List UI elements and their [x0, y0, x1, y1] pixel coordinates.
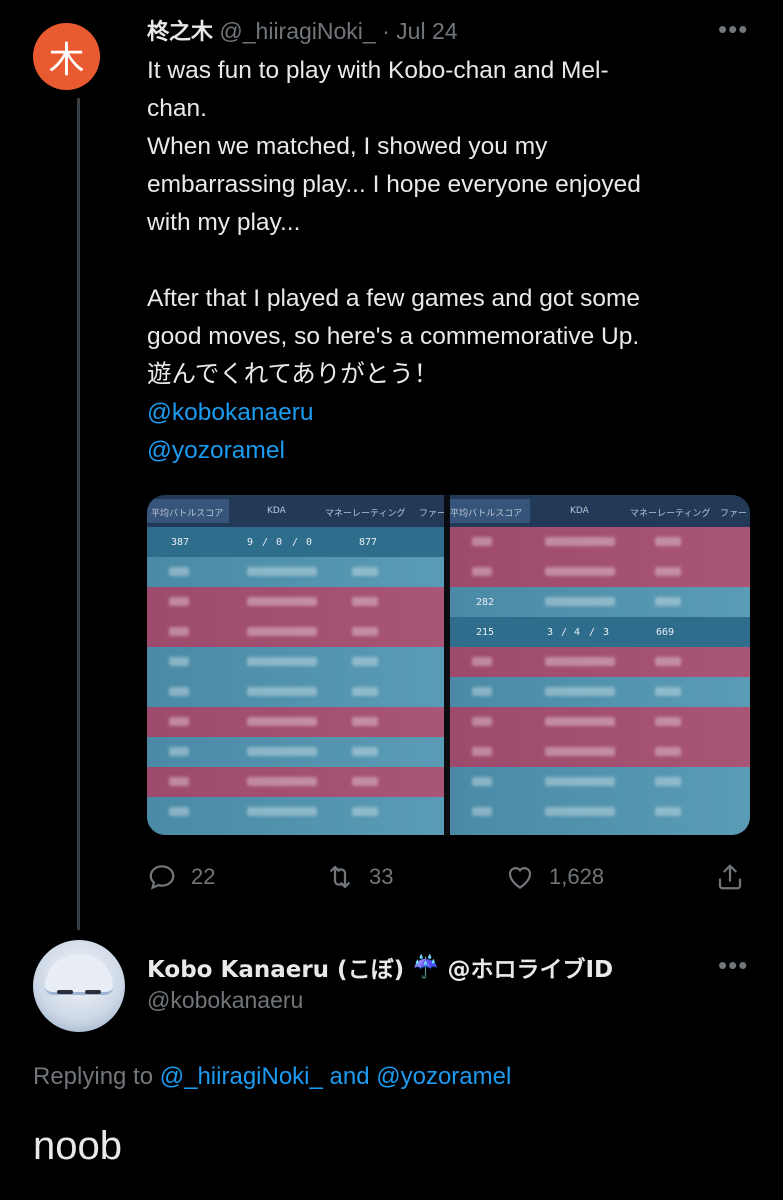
cell: 3 — [547, 627, 554, 638]
reply-icon — [149, 865, 175, 890]
cell: / — [589, 627, 596, 638]
cell: 4 — [574, 627, 581, 638]
handle[interactable]: @kobokanaeru — [147, 987, 303, 1014]
tweet-line: good moves, so here's a commemorative Up… — [147, 323, 640, 350]
avatar-eye — [57, 990, 73, 994]
score-row — [450, 527, 750, 557]
score-header: 平均バトルスコア KDA マネーレーティング ファー — [450, 495, 750, 527]
header-cell: マネーレーティング — [325, 509, 406, 519]
score-row — [450, 557, 750, 587]
share-icon — [718, 864, 742, 890]
thread-connector — [77, 98, 80, 930]
score-row — [147, 557, 444, 587]
cell: 0 — [306, 537, 313, 548]
cell: 3 — [603, 627, 610, 638]
score-row — [450, 737, 750, 767]
score-row — [147, 797, 444, 835]
score-row — [147, 737, 444, 767]
cell: / — [292, 537, 299, 548]
tweet-line: chan. — [147, 95, 207, 122]
retweet-icon — [330, 865, 350, 889]
tweet-line: 遊んでくれてありがとう！ — [147, 361, 439, 388]
avatar-eye — [85, 990, 101, 994]
media-image-left[interactable]: 平均バトルスコア KDA マネーレーティング ファー 387 9 / 0 / 0… — [147, 495, 444, 835]
score-header: 平均バトルスコア KDA マネーレーティング ファー — [147, 495, 444, 527]
cell: 282 — [476, 597, 495, 608]
mention-link[interactable]: @kobokanaeru — [147, 394, 757, 432]
score-row — [147, 647, 444, 677]
score-row — [450, 647, 750, 677]
score-row — [147, 767, 444, 797]
tweet-media[interactable]: 平均バトルスコア KDA マネーレーティング ファー 387 9 / 0 / 0… — [147, 495, 750, 835]
cell: 669 — [656, 627, 675, 638]
affiliation: @ホロライブID — [447, 957, 614, 983]
tweet-line: with my play... — [147, 209, 301, 236]
score-row — [450, 677, 750, 707]
replying-label: Replying to — [33, 1063, 154, 1090]
score-row: 282 — [450, 587, 750, 617]
avatar-hair — [45, 954, 113, 995]
line-break — [147, 242, 757, 280]
header-cell: KDA — [267, 506, 286, 516]
cell: 215 — [476, 627, 495, 638]
tweet-date[interactable]: Jul 24 — [396, 18, 457, 44]
cell: / — [561, 627, 568, 638]
score-row — [147, 587, 444, 617]
retweet-button[interactable]: 33 — [325, 862, 393, 892]
tweet-header: Kobo Kanaeru (こぼ) ☔ @ホロライブID — [147, 950, 613, 984]
reply-count: 22 — [191, 864, 216, 889]
tweet-line: When we matched, I showed you my — [147, 133, 548, 160]
avatar-glyph: 木 — [48, 39, 85, 81]
header-cell: KDA — [570, 506, 589, 516]
score-row — [450, 767, 750, 797]
display-name[interactable]: 柊之木 — [147, 20, 213, 45]
mention-link[interactable]: @yozoramel — [147, 432, 757, 470]
score-row: 215 3 / 4 / 3 669 — [450, 617, 750, 647]
retweet-count: 33 — [369, 864, 394, 889]
more-options-icon[interactable]: ••• — [718, 950, 748, 981]
media-image-right[interactable]: 平均バトルスコア KDA マネーレーティング ファー 282 215 3 / 4… — [450, 495, 750, 835]
umbrella-icon: ☔ — [412, 954, 440, 979]
score-row — [147, 677, 444, 707]
handle[interactable]: @_hiiragiNoki_ — [219, 18, 375, 44]
tweet-line: After that I played a few games and got … — [147, 285, 641, 312]
separator: · — [382, 18, 390, 44]
heart-icon — [508, 867, 532, 889]
tweet-header: 柊之木 @_hiiragiNoki_ · Jul 24 — [147, 14, 458, 46]
header-cell: マネーレーティング — [630, 509, 711, 519]
avatar[interactable]: 木 — [33, 23, 100, 90]
avatar[interactable] — [33, 940, 125, 1032]
score-row — [450, 797, 750, 835]
tweet-text: It was fun to play with Kobo-chan and Me… — [147, 52, 757, 470]
score-row — [450, 707, 750, 737]
cell: 387 — [171, 537, 190, 548]
reply-text: noob — [33, 1124, 122, 1168]
tweet-actions: 22 33 1,628 — [147, 860, 757, 900]
share-button[interactable] — [715, 862, 745, 892]
cell: / — [262, 537, 269, 548]
more-options-icon[interactable]: ••• — [718, 14, 748, 45]
cell: 0 — [276, 537, 283, 548]
like-button[interactable]: 1,628 — [505, 862, 604, 892]
reply-button[interactable]: 22 — [147, 862, 215, 892]
header-cell: ファー — [419, 509, 444, 519]
cell: 877 — [359, 537, 378, 548]
score-row: 387 9 / 0 / 0 877 — [147, 527, 444, 557]
header-cell: 平均バトルスコア — [450, 509, 523, 519]
display-name[interactable]: Kobo Kanaeru (こぼ) — [147, 950, 404, 984]
replying-to: Replying to @_hiiragiNoki_ and @yozorame… — [33, 1063, 511, 1091]
score-row — [147, 617, 444, 647]
like-count: 1,628 — [549, 864, 605, 889]
tweet-line: embarrassing play... I hope everyone enj… — [147, 171, 641, 198]
header-cell: 平均バトルスコア — [151, 509, 224, 519]
replying-users-link[interactable]: @_hiiragiNoki_ and @yozoramel — [160, 1063, 512, 1090]
tweet-line: It was fun to play with Kobo-chan and Me… — [147, 57, 609, 84]
header-cell: ファー — [720, 509, 748, 519]
score-row — [147, 707, 444, 737]
cell: 9 — [247, 537, 254, 548]
